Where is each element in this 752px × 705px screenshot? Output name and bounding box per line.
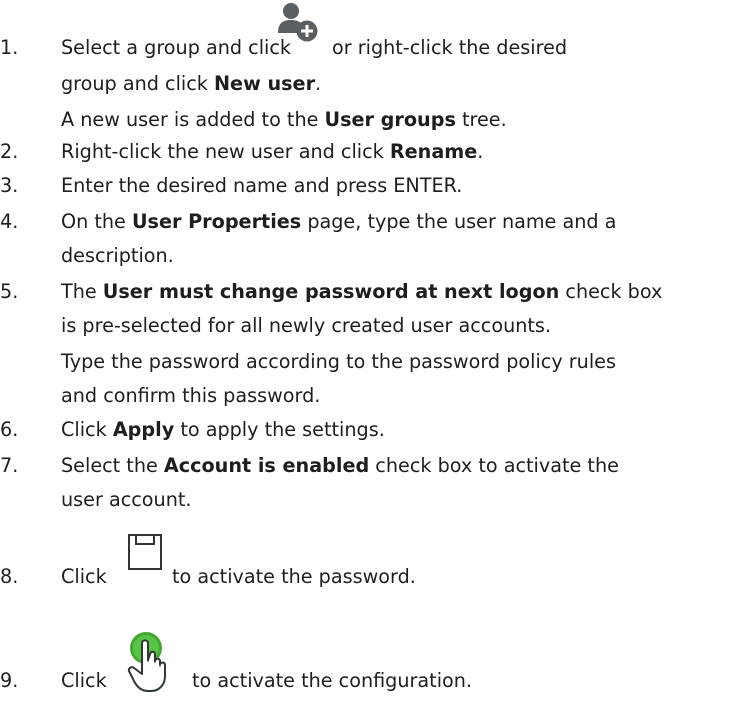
step-text: Click — [61, 565, 107, 588]
step-number: 4. — [0, 210, 19, 233]
step-text: user account. — [61, 488, 192, 511]
step-text: On the User Properties page, type the us… — [61, 210, 617, 233]
step-number: 1. — [0, 36, 19, 59]
add-user-icon — [277, 2, 321, 49]
step-number: 8. — [0, 565, 19, 588]
step-number: 7. — [0, 454, 19, 477]
step-text: to activate the password. — [172, 565, 416, 588]
step-number: 3. — [0, 174, 19, 197]
step-text: to activate the configuration. — [192, 669, 473, 692]
step-result-text: A new user is added to the User groups t… — [61, 108, 507, 131]
step-number: 2. — [0, 140, 19, 163]
save-icon — [127, 533, 163, 576]
step-text: group and click New user. — [61, 72, 322, 95]
step-text: and confirm this password. — [61, 384, 321, 407]
step-text: description. — [61, 244, 174, 267]
step-text: Click — [61, 669, 107, 692]
step-text: is pre-selected for all newly created us… — [61, 314, 552, 337]
step-text: Select a group and click — [61, 36, 292, 59]
step-text: or right-click the desired — [332, 36, 568, 59]
step-text: The User must change password at next lo… — [61, 280, 663, 303]
step-text: Type the password according to the passw… — [61, 350, 616, 373]
step-text: Enter the desired name and press ENTER. — [61, 174, 463, 197]
step-number: 9. — [0, 669, 19, 692]
activate-hand-icon — [126, 630, 174, 699]
step-number: 5. — [0, 280, 19, 303]
step-text: Click Apply to apply the settings. — [61, 418, 385, 441]
step-text: Select the Account is enabled check box … — [61, 454, 619, 477]
step-text: Right-click the new user and click Renam… — [61, 140, 484, 163]
step-number: 6. — [0, 418, 19, 441]
